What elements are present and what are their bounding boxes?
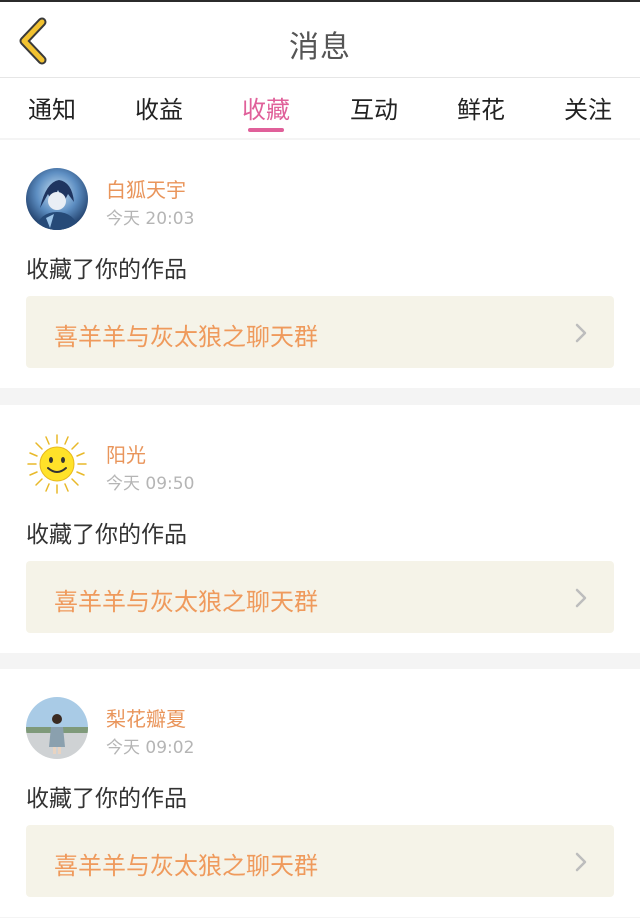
- tab-label: 关注: [564, 96, 612, 124]
- tab-favorites[interactable]: 收藏: [240, 90, 292, 134]
- avatar[interactable]: [26, 433, 88, 495]
- active-tab-indicator: [248, 128, 284, 132]
- user-name[interactable]: 白狐天宇: [106, 174, 186, 203]
- work-title: 喜羊羊与灰太狼之聊天群: [54, 852, 318, 880]
- message-card: 阳光 今天 09:50 收藏了你的作品 喜羊羊与灰太狼之聊天群: [0, 405, 640, 653]
- page-title: 消息: [289, 30, 351, 65]
- chevron-right-icon: [575, 588, 587, 608]
- message-card: 白狐天宇 今天 20:03 收藏了你的作品 喜羊羊与灰太狼之聊天群: [0, 140, 640, 388]
- work-title: 喜羊羊与灰太狼之聊天群: [54, 588, 318, 616]
- tab-following[interactable]: 关注: [562, 90, 614, 134]
- work-link[interactable]: 喜羊羊与灰太狼之聊天群: [26, 561, 614, 633]
- avatar[interactable]: [26, 697, 88, 759]
- tab-bar: 通知 收益 收藏 互动 鲜花 关注: [0, 78, 640, 138]
- message-card: 梨花瓣夏 今天 09:02 收藏了你的作品 喜羊羊与灰太狼之聊天群: [0, 669, 640, 917]
- avatar[interactable]: [26, 168, 88, 230]
- tab-notifications[interactable]: 通知: [26, 90, 78, 134]
- tab-label: 通知: [28, 96, 76, 124]
- action-text: 收藏了你的作品: [26, 522, 187, 548]
- tab-label: 鲜花: [457, 96, 505, 124]
- work-link[interactable]: 喜羊羊与灰太狼之聊天群: [26, 296, 614, 368]
- anime-character-avatar-icon: [26, 168, 88, 230]
- tab-label: 收益: [135, 96, 183, 124]
- top-bar: 消息: [0, 0, 640, 78]
- timestamp: 今天 09:02: [106, 738, 195, 758]
- tab-label: 互动: [350, 96, 398, 124]
- tab-interactions[interactable]: 互动: [348, 90, 400, 134]
- timestamp: 今天 09:50: [106, 474, 195, 494]
- action-text: 收藏了你的作品: [26, 257, 187, 283]
- chevron-right-icon: [575, 323, 587, 343]
- work-link[interactable]: 喜羊羊与灰太狼之聊天群: [26, 825, 614, 897]
- tab-label: 收藏: [242, 96, 290, 124]
- girl-photo-avatar-icon: [26, 697, 88, 759]
- work-title: 喜羊羊与灰太狼之聊天群: [54, 323, 318, 351]
- chevron-right-icon: [575, 852, 587, 872]
- user-name[interactable]: 梨花瓣夏: [106, 703, 186, 732]
- tab-flowers[interactable]: 鲜花: [455, 90, 507, 134]
- timestamp: 今天 20:03: [106, 209, 195, 229]
- tab-earnings[interactable]: 收益: [133, 90, 185, 134]
- sun-smiley-avatar-icon: [26, 433, 88, 495]
- action-text: 收藏了你的作品: [26, 786, 187, 812]
- user-name[interactable]: 阳光: [106, 439, 146, 468]
